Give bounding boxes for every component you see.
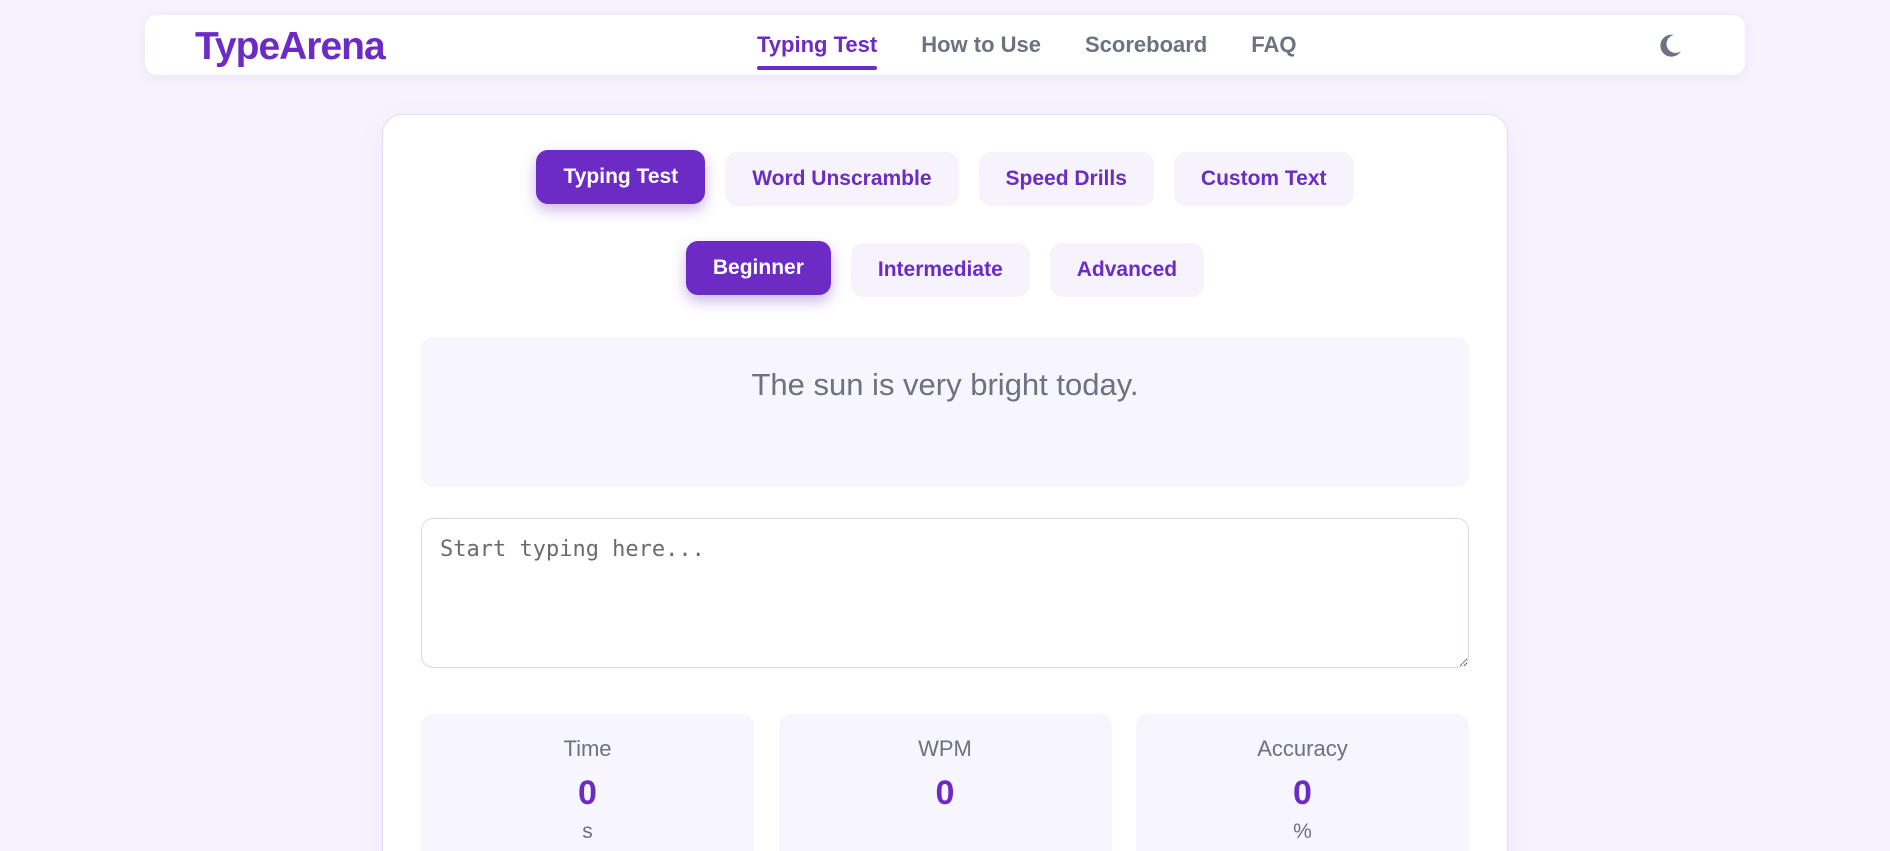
mode-tab-typing-test[interactable]: Typing Test	[536, 150, 706, 204]
stat-wpm: WPM 0	[778, 714, 1112, 851]
stat-wpm-value: 0	[935, 774, 955, 812]
stat-accuracy: Accuracy 0 %	[1136, 714, 1469, 851]
level-tab-intermediate[interactable]: Intermediate	[850, 243, 1030, 297]
typing-input[interactable]	[421, 518, 1469, 668]
stat-wpm-label: WPM	[918, 736, 972, 761]
top-header: TypeArena Typing Test How to Use Scorebo…	[145, 15, 1745, 75]
stat-time-unit: s	[582, 820, 593, 843]
mode-tab-word-unscramble[interactable]: Word Unscramble	[725, 152, 959, 206]
level-tab-beginner[interactable]: Beginner	[685, 241, 831, 295]
stat-time-label: Time	[563, 736, 612, 761]
page: TypeArena Typing Test How to Use Scorebo…	[0, 0, 1890, 851]
mode-tab-speed-drills[interactable]: Speed Drills	[978, 152, 1154, 206]
stat-accuracy-unit: %	[1293, 820, 1312, 843]
stat-time: Time 0 s	[421, 714, 754, 851]
moon-icon	[1660, 34, 1681, 57]
stat-accuracy-value: 0	[1293, 774, 1312, 812]
difficulty-tabs: Beginner Intermediate Advanced	[383, 241, 1507, 298]
typing-card: Typing Test Word Unscramble Speed Drills…	[382, 114, 1508, 851]
mode-tab-custom-text[interactable]: Custom Text	[1173, 152, 1354, 206]
nav-item-typing-test[interactable]: Typing Test	[757, 15, 878, 75]
prompt-text: The sun is very bright today.	[751, 367, 1139, 402]
theme-toggle-button[interactable]	[1655, 31, 1685, 61]
mode-tabs: Typing Test Word Unscramble Speed Drills…	[383, 150, 1507, 207]
stat-accuracy-label: Accuracy	[1257, 736, 1348, 761]
stat-time-value: 0	[578, 774, 597, 812]
stats-row: Time 0 s WPM 0 Accuracy 0 %	[421, 714, 1469, 851]
nav-item-scoreboard[interactable]: Scoreboard	[1085, 15, 1207, 75]
prompt-text-box: The sun is very bright today.	[421, 337, 1469, 487]
level-tab-advanced[interactable]: Advanced	[1049, 243, 1205, 297]
nav-item-how-to-use[interactable]: How to Use	[921, 15, 1041, 75]
logo[interactable]: TypeArena	[195, 25, 386, 69]
main-nav: Typing Test How to Use Scoreboard FAQ	[757, 15, 1340, 75]
nav-item-faq[interactable]: FAQ	[1251, 15, 1296, 75]
